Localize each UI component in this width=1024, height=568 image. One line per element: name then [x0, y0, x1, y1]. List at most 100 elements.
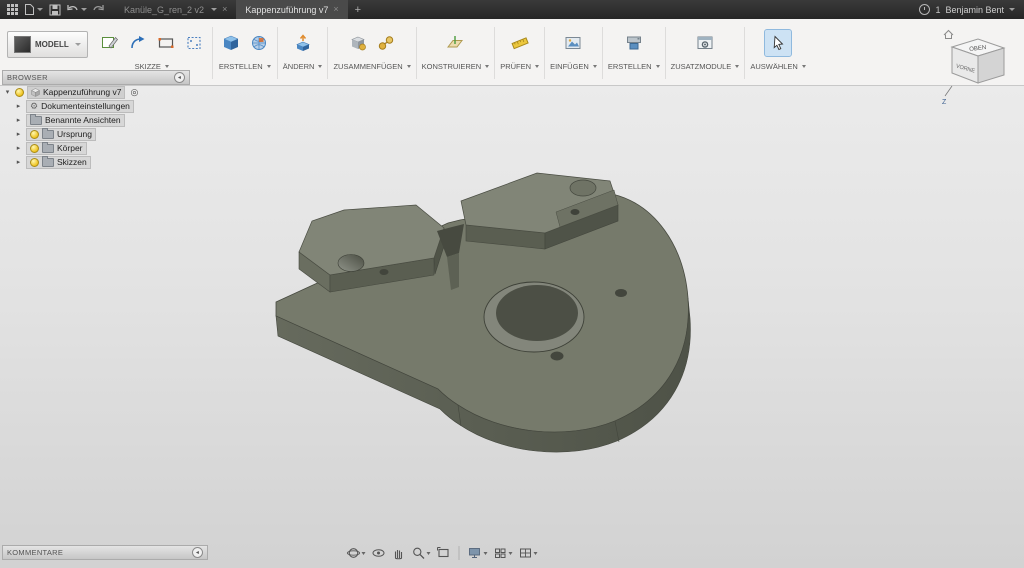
- browser-panel-header[interactable]: BROWSER ◂: [2, 70, 190, 85]
- tree-item-label: Ursprung: [57, 129, 92, 139]
- fit-view-icon[interactable]: [434, 544, 454, 562]
- look-at-icon[interactable]: [369, 544, 389, 562]
- visibility-bulb-icon[interactable]: [30, 130, 39, 139]
- tree-expand-icon[interactable]: ▸: [14, 117, 23, 124]
- visibility-bulb-icon[interactable]: [30, 144, 39, 153]
- tree-row-benannte-ansichten[interactable]: ▸ Benannte Ansichten: [3, 113, 233, 127]
- model-right-block-scallop[interactable]: [570, 180, 596, 196]
- new-component-icon[interactable]: [345, 30, 371, 56]
- user-menu-caret-icon: [1009, 8, 1015, 11]
- workspace-label: MODELL: [35, 40, 69, 49]
- tree-expand-icon[interactable]: ▾: [3, 89, 12, 96]
- toolbar-group-aendern: ÄNDERN: [280, 19, 326, 71]
- tree-expand-icon[interactable]: ▸: [14, 145, 23, 152]
- tree-row-root[interactable]: ▾ Kappenzuführung v7 ◎: [3, 85, 233, 99]
- toolbar-menu-einfuegen[interactable]: EINFÜGEN: [550, 62, 597, 71]
- toolbar-group-zusatzmodule: ZUSATZMODULE: [668, 19, 743, 71]
- tree-row-koerper[interactable]: ▸ Körper: [3, 141, 233, 155]
- new-tab-button[interactable]: +: [348, 0, 368, 19]
- redo-icon[interactable]: [91, 0, 106, 19]
- chevron-down-icon: [427, 552, 431, 555]
- grid-layout-icon[interactable]: [491, 544, 516, 562]
- user-menu[interactable]: Benjamin Bent: [945, 5, 1015, 15]
- file-menu-icon[interactable]: [24, 0, 43, 19]
- activate-component-icon[interactable]: ◎: [130, 87, 138, 98]
- close-icon[interactable]: ×: [222, 5, 227, 14]
- toolbar-menu-konstruieren[interactable]: KONSTRUIEREN: [422, 62, 490, 71]
- add-ins-icon[interactable]: [692, 30, 718, 56]
- model-center-hole[interactable]: [496, 285, 578, 341]
- viewports-icon[interactable]: [516, 544, 541, 562]
- job-status-icon[interactable]: [919, 4, 930, 15]
- viewcube[interactable]: OBEN VORNE Z: [938, 24, 1016, 112]
- group-label: ERSTELLEN: [219, 62, 263, 71]
- group-label: EINFÜGEN: [550, 62, 589, 71]
- rectangle-sketch-icon[interactable]: [153, 30, 179, 56]
- save-icon[interactable]: [47, 0, 62, 19]
- zoom-icon[interactable]: [409, 544, 434, 562]
- tree-item-chip[interactable]: Körper: [26, 142, 87, 155]
- tree-expand-icon[interactable]: ▸: [14, 103, 23, 110]
- tree-row-skizzen[interactable]: ▸ Skizzen: [3, 155, 233, 169]
- browser-panel-title: BROWSER: [7, 73, 174, 82]
- model-small-hole[interactable]: [551, 352, 564, 361]
- toolbar-menu-zusatzmodule[interactable]: ZUSATZMODULE: [671, 62, 740, 71]
- project-geometry-icon[interactable]: [125, 30, 151, 56]
- comments-panel-header[interactable]: KOMMENTARE ◂: [2, 545, 208, 560]
- chevron-down-icon: [485, 65, 489, 68]
- expand-panel-icon[interactable]: ◂: [192, 547, 203, 558]
- chevron-down-icon: [362, 552, 366, 555]
- tree-item-chip[interactable]: Skizzen: [26, 156, 91, 169]
- chevron-down-icon: [534, 552, 538, 555]
- make-3d-print-icon[interactable]: [621, 30, 647, 56]
- display-settings-icon[interactable]: [465, 544, 491, 562]
- browser-tree: ▾ Kappenzuführung v7 ◎ ▸ ⚙ Dokumenteinst…: [3, 85, 233, 169]
- pan-hand-icon[interactable]: [389, 544, 409, 562]
- toolbar-menu-pruefen[interactable]: PRÜFEN: [500, 62, 539, 71]
- construction-plane-icon[interactable]: [442, 30, 468, 56]
- tree-item-chip[interactable]: Ursprung: [26, 128, 96, 141]
- toolbar-menu-erstellen-make[interactable]: ERSTELLEN: [608, 62, 660, 71]
- model-small-hole[interactable]: [380, 269, 389, 275]
- close-icon[interactable]: ×: [333, 5, 338, 14]
- tab-caret-icon[interactable]: [211, 8, 217, 11]
- tree-expand-icon[interactable]: ▸: [14, 131, 23, 138]
- visibility-bulb-icon[interactable]: [15, 88, 24, 97]
- viewcube-home-icon[interactable]: [944, 31, 953, 39]
- tree-expand-icon[interactable]: ▸: [14, 159, 23, 166]
- toolbar-menu-zusammenfuegen[interactable]: ZUSAMMENFÜGEN: [333, 62, 410, 71]
- tree-root-chip[interactable]: Kappenzuführung v7: [27, 86, 125, 99]
- orbit-icon[interactable]: [344, 544, 369, 562]
- model-small-hole[interactable]: [571, 209, 580, 215]
- folder-icon: [42, 144, 54, 153]
- tree-row-ursprung[interactable]: ▸ Ursprung: [3, 127, 233, 141]
- toolbar-menu-aendern[interactable]: ÄNDERN: [283, 62, 323, 71]
- tree-item-chip[interactable]: Benannte Ansichten: [26, 114, 125, 127]
- chevron-down-icon: [318, 65, 322, 68]
- collapse-panel-icon[interactable]: ◂: [174, 72, 185, 83]
- workspace-switcher[interactable]: MODELL: [7, 31, 88, 58]
- toolbar-menu-erstellen[interactable]: ERSTELLEN: [219, 62, 271, 71]
- navigation-bar: [344, 544, 541, 562]
- select-tool-icon[interactable]: [765, 30, 791, 56]
- create-form-icon[interactable]: [246, 30, 272, 56]
- toolbar-menu-auswaehlen[interactable]: AUSWÄHLEN: [750, 62, 806, 71]
- press-pull-icon[interactable]: [290, 30, 316, 56]
- joint-icon[interactable]: [373, 30, 399, 56]
- app-grid-icon[interactable]: [5, 0, 20, 19]
- sketch-palette-icon[interactable]: [181, 30, 207, 56]
- insert-canvas-icon[interactable]: [560, 30, 586, 56]
- tree-row-dokumenteinstellungen[interactable]: ▸ ⚙ Dokumenteinstellungen: [3, 99, 233, 113]
- create-sketch-icon[interactable]: [97, 30, 123, 56]
- document-tab-active[interactable]: Kappenzuführung v7 ×: [236, 0, 347, 19]
- viewcube-axis-line: [945, 86, 952, 96]
- model-small-hole[interactable]: [615, 289, 627, 297]
- measure-icon[interactable]: [507, 30, 533, 56]
- document-tab-inactive[interactable]: Kanüle_G_ren_2 v2 ×: [115, 0, 236, 19]
- toolbar-group-erstellen-make: ERSTELLEN: [605, 19, 663, 71]
- extrude-icon[interactable]: [218, 30, 244, 56]
- visibility-bulb-icon[interactable]: [30, 158, 39, 167]
- undo-icon[interactable]: [66, 0, 87, 19]
- tree-item-chip[interactable]: ⚙ Dokumenteinstellungen: [26, 100, 134, 113]
- model-left-block-hole[interactable]: [338, 255, 364, 272]
